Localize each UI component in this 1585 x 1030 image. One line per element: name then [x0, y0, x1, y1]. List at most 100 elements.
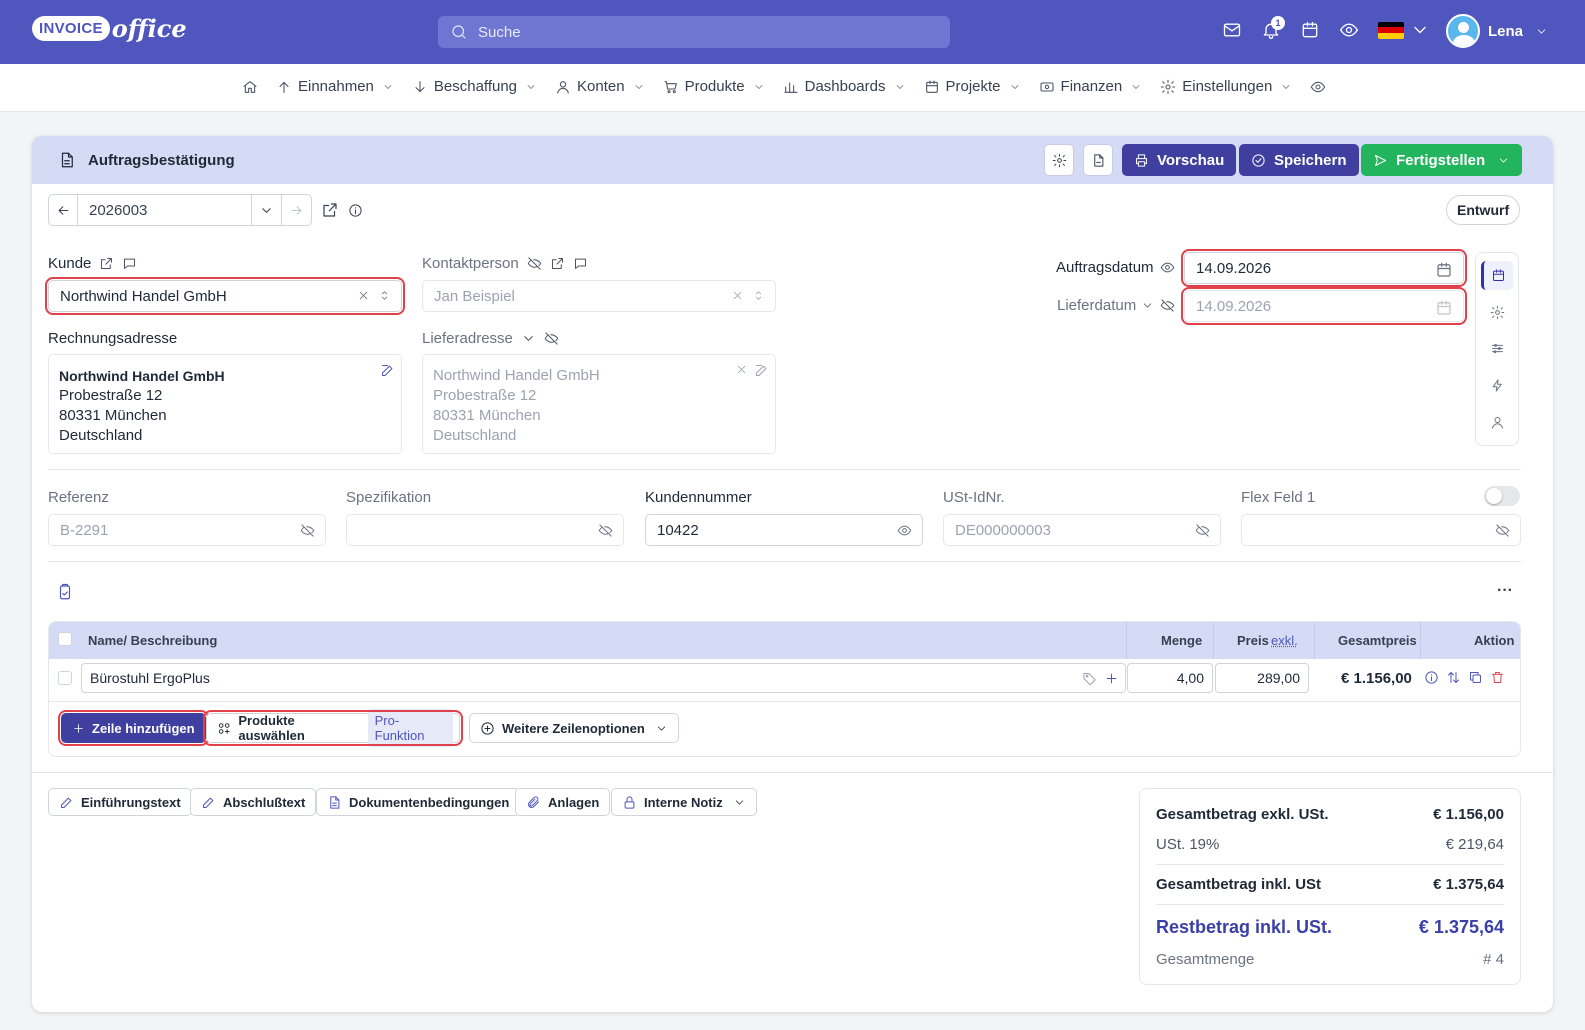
nav-label: Beschaffung [433, 78, 518, 95]
copy-icon[interactable] [1468, 670, 1483, 685]
flex-field-input[interactable] [1241, 514, 1521, 546]
tag-icon[interactable] [1082, 671, 1097, 686]
document-conditions-button[interactable]: Dokumentenbedingungen [316, 788, 521, 816]
settings-button[interactable] [1044, 144, 1074, 176]
delivery-address-box[interactable]: Northwind Handel GmbH Probestraße 12 803… [422, 354, 776, 454]
table-menu-button[interactable]: ··· [1497, 582, 1513, 600]
divider [48, 561, 1521, 562]
preview-button[interactable]: Vorschau [1122, 144, 1237, 176]
bell-icon[interactable]: 1 [1261, 16, 1285, 40]
mail-icon[interactable] [1222, 20, 1242, 40]
user-menu[interactable]: Lena [1446, 14, 1548, 48]
person-tab[interactable] [1481, 408, 1513, 437]
number-dropdown-button[interactable] [252, 194, 282, 226]
nav-item-projekte[interactable]: Projekte [924, 78, 1021, 95]
clear-icon[interactable] [731, 289, 744, 302]
automation-tab[interactable] [1481, 371, 1513, 400]
item-price-input[interactable]: 289,00 [1215, 663, 1309, 693]
clipboard-icon[interactable] [56, 583, 74, 601]
nav-item-produkte[interactable]: Produkte [663, 78, 765, 95]
eye-off-icon[interactable] [1160, 298, 1175, 313]
document-icon [330, 795, 340, 809]
eye-icon[interactable] [897, 523, 912, 538]
nav-visibility[interactable] [1310, 79, 1326, 95]
eye-off-icon[interactable] [1495, 523, 1510, 538]
language-selector[interactable] [1378, 20, 1430, 40]
nav-item-konten[interactable]: Konten [555, 78, 645, 95]
nav-item-dashboards[interactable]: Dashboards [783, 78, 906, 95]
contact-select[interactable]: Jan Beispiel [422, 280, 776, 312]
nav-home[interactable] [242, 79, 258, 95]
trash-icon[interactable] [1490, 670, 1505, 685]
billing-address-box[interactable]: Northwind Handel GmbH Probestraße 12 803… [48, 354, 402, 454]
search-input[interactable]: Suche [438, 16, 950, 48]
comment-icon[interactable] [573, 256, 588, 271]
pdf-button[interactable] [1083, 144, 1113, 176]
finish-button[interactable]: Fertigstellen [1361, 144, 1523, 176]
item-name-input[interactable]: Bürostuhl ErgoPlus [81, 663, 1126, 693]
info-icon[interactable] [1424, 670, 1439, 685]
internal-note-button[interactable]: Interne Notiz [611, 788, 757, 816]
order-date-input[interactable]: 14.09.2026 [1181, 249, 1467, 287]
internal-note-label: Interne Notiz [644, 794, 723, 810]
previous-record-button[interactable] [48, 194, 78, 226]
nav-item-einnahmen[interactable]: Einnahmen [276, 78, 394, 95]
clear-icon[interactable] [357, 289, 370, 302]
calendar-icon[interactable] [1300, 20, 1320, 40]
gross-total-row: Gesamtbetrag inkl. USt € 1.375,64 [1156, 876, 1504, 893]
customer-number-input[interactable]: 10422 [645, 514, 923, 546]
clear-icon[interactable] [735, 363, 748, 376]
chevron-down-icon[interactable] [1141, 299, 1154, 312]
edit-icon[interactable] [754, 363, 769, 378]
calendar-tab[interactable] [1481, 261, 1513, 290]
eye-off-icon[interactable] [1195, 523, 1210, 538]
top-bar: INVOICE office Suche 1 Lena [0, 0, 1585, 64]
reference-input[interactable]: B-2291 [48, 514, 326, 546]
external-link-icon[interactable] [321, 201, 339, 219]
next-record-button[interactable] [282, 194, 312, 226]
customer-select[interactable]: Northwind Handel GmbH [45, 277, 405, 315]
document-number-input[interactable]: 2026003 [78, 194, 252, 226]
reorder-icon[interactable] [1446, 670, 1461, 685]
eye-icon[interactable] [1160, 260, 1175, 275]
nav-item-einstellungen[interactable]: Einstellungen [1160, 78, 1292, 95]
money-icon [1039, 81, 1054, 92]
select-all-checkbox[interactable] [58, 632, 72, 646]
intro-text-button[interactable]: Einführungstext [48, 788, 192, 816]
eye-off-icon[interactable] [300, 523, 315, 538]
external-link-icon[interactable] [550, 256, 565, 271]
document-icon [61, 152, 73, 168]
eye-off-icon[interactable] [527, 256, 542, 271]
billing-line-4: Deutschland [59, 427, 143, 444]
calendar-icon[interactable] [1435, 299, 1453, 317]
eye-icon[interactable] [1339, 20, 1359, 40]
comment-icon[interactable] [122, 256, 137, 271]
row-checkbox[interactable] [58, 671, 72, 685]
select-products-button[interactable]: Produkte auswählen Pro-Funktion [203, 709, 463, 747]
app-logo[interactable]: INVOICE office [32, 14, 187, 43]
vat-id-input[interactable]: DE000000003 [943, 514, 1221, 546]
chevron-down-icon[interactable] [521, 331, 536, 346]
arrow-down-icon [415, 80, 425, 92]
external-link-icon[interactable] [99, 256, 114, 271]
save-button[interactable]: Speichern [1239, 144, 1359, 176]
more-row-options-button[interactable]: Weitere Zeilenoptionen [469, 713, 679, 743]
item-qty-input[interactable]: 4,00 [1127, 663, 1213, 693]
closing-text-button[interactable]: Abschlußtext [190, 788, 317, 816]
info-icon[interactable] [348, 203, 363, 218]
nav-item-beschaffung[interactable]: Beschaffung [412, 78, 537, 95]
filters-tab[interactable] [1481, 335, 1513, 364]
nav-item-finanzen[interactable]: Finanzen [1039, 78, 1143, 95]
flex-field-toggle[interactable] [1484, 486, 1520, 506]
delivery-date-input[interactable]: 14.09.2026 [1181, 287, 1467, 325]
col-price-suffix[interactable]: exkl. [1271, 633, 1298, 648]
specification-input[interactable] [346, 514, 624, 546]
calendar-icon[interactable] [1435, 261, 1453, 279]
add-row-button[interactable]: Zeile hinzufügen [58, 710, 209, 746]
plus-icon[interactable] [1104, 671, 1119, 686]
edit-icon[interactable] [380, 363, 395, 378]
eye-off-icon[interactable] [544, 331, 559, 346]
settings-tab[interactable] [1481, 298, 1513, 327]
eye-off-icon[interactable] [598, 523, 613, 538]
attachments-button[interactable]: Anlagen [515, 788, 611, 816]
